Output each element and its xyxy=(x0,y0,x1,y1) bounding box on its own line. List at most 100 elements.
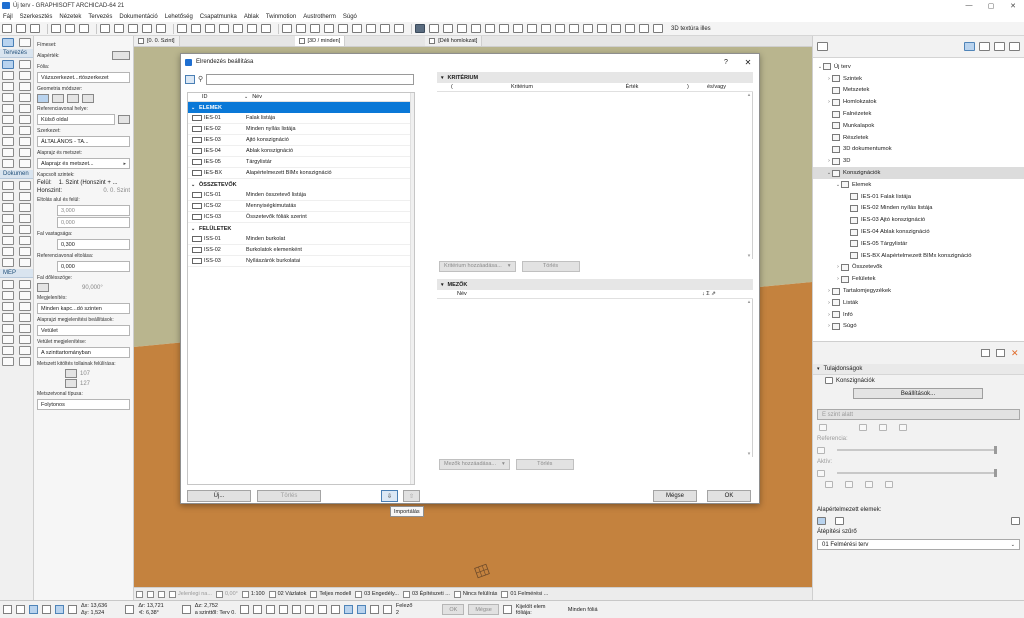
all-layers-value[interactable]: Minden fóliá xyxy=(568,607,608,613)
beam-tool-icon[interactable] xyxy=(2,71,14,80)
delete-schedule-button[interactable]: Törlés xyxy=(257,490,321,502)
publisher-sets-icon[interactable] xyxy=(1009,42,1020,51)
schedule-row[interactable]: ICS-02 Mennyiségkimutatás xyxy=(188,201,414,212)
snap-mode-3-icon[interactable] xyxy=(265,605,275,614)
level-dimension-tool-icon[interactable] xyxy=(19,181,31,190)
worksheet-tool-icon[interactable] xyxy=(2,247,14,256)
object-tool-icon[interactable] xyxy=(2,137,14,146)
pen-set-icon[interactable] xyxy=(247,24,257,33)
import-button[interactable]: ⇩ xyxy=(381,490,398,502)
model-view-field[interactable]: Teljes modell xyxy=(310,590,351,598)
schedule-row[interactable]: IES-03 Ajtó konszignáció xyxy=(188,135,414,146)
window-tool-icon[interactable] xyxy=(19,115,31,124)
elevation-icon[interactable] xyxy=(352,24,362,33)
eyedropper-icon[interactable] xyxy=(142,24,152,33)
navigator-item[interactable]: › Infó xyxy=(813,309,1024,321)
current-view-field[interactable]: Jelenlegi na... xyxy=(169,590,212,598)
snap-mode-9-icon[interactable] xyxy=(343,605,353,614)
straight-wall-icon[interactable] xyxy=(37,94,49,103)
snap-mode-2-icon[interactable] xyxy=(252,605,262,614)
shaded-icon[interactable] xyxy=(541,24,551,33)
settings-button[interactable]: Beállítások... xyxy=(853,388,983,399)
ok-button[interactable]: OK xyxy=(707,490,751,502)
criteria-section-header[interactable]: ▾ KRITÉRIUM xyxy=(437,72,753,83)
rotation-field[interactable]: 0,00° xyxy=(215,590,238,598)
navigator-item[interactable]: › 3D xyxy=(813,155,1024,167)
pen-set-field[interactable]: 03 Engedély... xyxy=(355,590,399,598)
navigator-item[interactable]: › Felületek xyxy=(813,273,1024,285)
wall-tool-icon[interactable] xyxy=(2,60,14,69)
marquee-tool-icon[interactable] xyxy=(19,38,31,47)
corner-window-tool-icon[interactable] xyxy=(2,126,14,135)
navigator-item[interactable]: › Homlokzatok xyxy=(813,96,1024,108)
new-schedule-icon[interactable] xyxy=(981,349,990,357)
transition-tool-icon[interactable] xyxy=(19,324,31,333)
coord-ok-button[interactable]: OK xyxy=(442,604,465,615)
zoom-out-icon[interactable] xyxy=(485,24,495,33)
pan-icon[interactable] xyxy=(513,24,523,33)
ruler-icon[interactable] xyxy=(177,24,187,33)
redo-icon[interactable] xyxy=(16,605,25,614)
constraint-icon[interactable] xyxy=(68,605,77,614)
model-view-icon[interactable] xyxy=(261,24,271,33)
minimize-button[interactable]: — xyxy=(958,2,980,10)
tab-floor-plan[interactable]: [0. 0. Szint] xyxy=(134,36,180,46)
shadow-icon[interactable] xyxy=(583,24,593,33)
felul-value[interactable]: 1. Szint (Honszint + ... xyxy=(59,180,118,186)
reset-icon[interactable] xyxy=(865,481,873,488)
menu-csapatmunka[interactable]: Csapatmunka xyxy=(200,14,237,20)
roof-tool-icon[interactable] xyxy=(2,93,14,102)
cut-icon[interactable] xyxy=(100,24,110,33)
change-tool-icon[interactable] xyxy=(2,258,14,267)
publish-icon[interactable] xyxy=(296,24,306,33)
snap-mode-12-icon[interactable] xyxy=(382,605,392,614)
section-tool-icon[interactable] xyxy=(19,225,31,234)
layer-picker-icon[interactable] xyxy=(502,605,512,614)
renovation-filter-select[interactable]: 01 Felmérési terv ⌄ xyxy=(817,539,1020,550)
grid-view-icon[interactable] xyxy=(817,516,826,525)
snap-mode-10-icon[interactable] xyxy=(356,605,366,614)
view-map-icon[interactable] xyxy=(979,42,990,51)
orbit-icon[interactable] xyxy=(443,24,453,33)
favorites-icon[interactable] xyxy=(112,51,130,60)
trace-icon[interactable] xyxy=(219,24,229,33)
list-group-header[interactable]: ⌄ ELEMEK xyxy=(188,102,414,113)
link-icon[interactable] xyxy=(819,424,827,431)
detail-icon[interactable] xyxy=(394,24,404,33)
active-knob[interactable] xyxy=(994,469,997,477)
floor-plan-display-select[interactable]: Vetület xyxy=(37,325,130,336)
menu-ablak[interactable]: Ablak xyxy=(244,14,259,20)
mvo-field[interactable]: 03 Építészeti ... xyxy=(402,590,450,598)
ref-offset-field[interactable]: 0,000 xyxy=(57,261,130,272)
snap-mode-5-icon[interactable] xyxy=(291,605,301,614)
lamp-tool-icon[interactable] xyxy=(19,137,31,146)
snap-mode-6-icon[interactable] xyxy=(304,605,314,614)
fields-scrollbar[interactable]: ▴ ▾ xyxy=(746,299,752,457)
close-dialog-button[interactable]: ✕ xyxy=(737,58,759,67)
fields-area[interactable]: ▴ ▾ xyxy=(437,299,753,457)
bimx-icon[interactable] xyxy=(310,24,320,33)
line-type-select[interactable]: Folytonos xyxy=(37,399,130,410)
teamwork-icon[interactable] xyxy=(282,24,292,33)
drawing-tool-icon[interactable] xyxy=(2,225,14,234)
undo-icon[interactable] xyxy=(3,605,12,614)
tag-icon[interactable] xyxy=(639,24,649,33)
fill-tool-icon[interactable] xyxy=(2,203,14,212)
navigator-item[interactable]: › Listák xyxy=(813,297,1024,309)
interior-elevation-tool-icon[interactable] xyxy=(19,236,31,245)
delete-criterion-button[interactable]: Törlés xyxy=(521,260,580,272)
menu-twinmotion[interactable]: Twinmotion xyxy=(266,14,296,20)
grid-icon[interactable] xyxy=(55,605,64,614)
cancel-button[interactable]: Mégse xyxy=(653,490,697,502)
magic-wand-icon[interactable] xyxy=(191,24,201,33)
toolbox-group-mep[interactable]: MEP xyxy=(0,269,33,278)
cable-carrier-tool-icon[interactable] xyxy=(2,302,14,311)
wireframe-icon[interactable] xyxy=(555,24,565,33)
chevron-down-icon[interactable]: ⌄ xyxy=(191,182,199,188)
equipment-tool-icon[interactable] xyxy=(19,313,31,322)
reference-slider[interactable] xyxy=(813,444,1024,456)
show-on-stories-select[interactable]: Minden kapc...dó szinten xyxy=(37,303,130,314)
fit-in-window-icon[interactable] xyxy=(499,24,509,33)
navigator-item[interactable]: IES-01 Falak listája xyxy=(813,191,1024,203)
navigator-back-icon[interactable] xyxy=(817,42,828,51)
